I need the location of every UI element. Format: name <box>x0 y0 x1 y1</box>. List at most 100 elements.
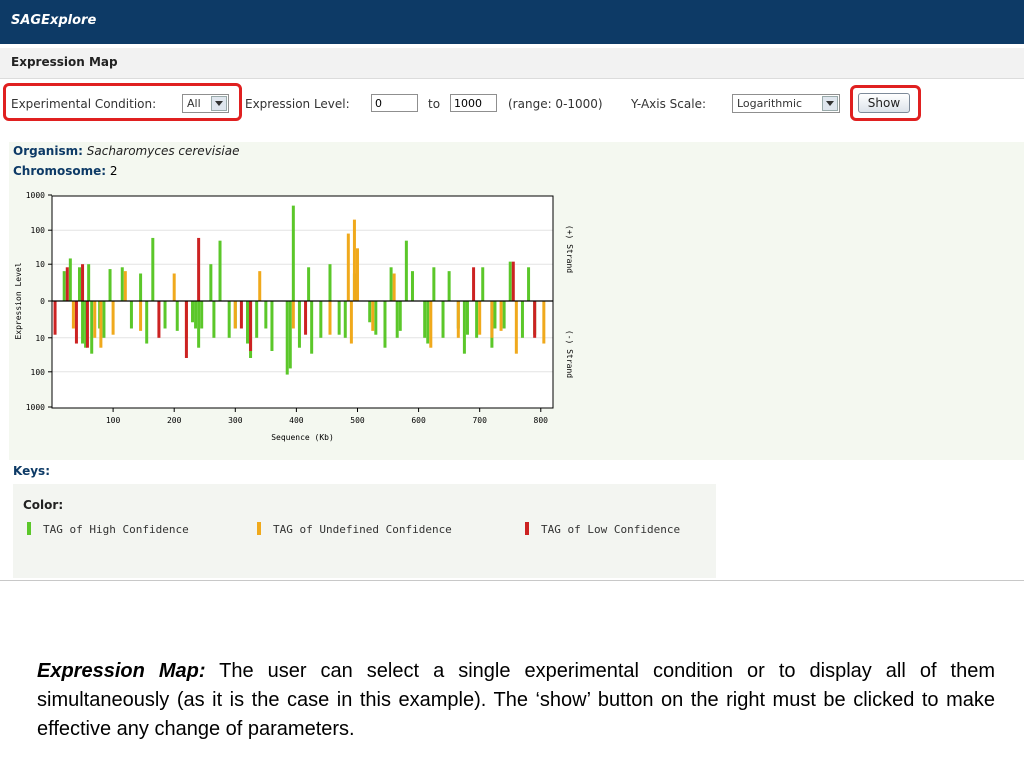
expression-bar <box>197 301 201 348</box>
x-tick-label: 600 <box>411 416 426 425</box>
expression-bar <box>520 301 524 338</box>
legend-item-undefined: TAG of Undefined Confidence <box>257 522 452 536</box>
expression-bar <box>352 219 356 301</box>
expression-bar <box>502 301 506 329</box>
expression-bar <box>200 301 204 329</box>
expression-bar <box>426 301 430 344</box>
expression-bar <box>307 267 311 301</box>
expression-bar <box>255 301 259 338</box>
expression-bar <box>239 301 243 329</box>
expression-bar <box>456 301 460 338</box>
expression-bar <box>151 237 155 301</box>
expression-bar <box>346 233 350 301</box>
condition-highlight <box>3 83 242 121</box>
expression-bar <box>392 273 396 301</box>
legend-item-high: TAG of High Confidence <box>27 522 189 536</box>
expression-bar <box>90 301 94 354</box>
expression-bar <box>157 301 161 338</box>
page-title: Expression Map <box>11 55 118 69</box>
expression-bar <box>542 301 546 344</box>
level-from-input[interactable] <box>371 94 418 112</box>
expression-bar <box>194 301 198 329</box>
expression-bar <box>432 267 436 301</box>
lower-strand-label: (-) Strand <box>565 330 574 378</box>
expression-bar <box>398 301 402 331</box>
expression-bar <box>99 301 103 348</box>
y-tick-label: 0 <box>40 297 45 306</box>
expression-bar <box>175 301 179 331</box>
caption-lead: Expression Map: <box>37 660 206 682</box>
expression-bar <box>343 301 347 338</box>
x-tick-label: 700 <box>472 416 487 425</box>
expression-bar <box>441 301 445 338</box>
y-tick-label: 10 <box>35 334 45 343</box>
expression-bar <box>462 301 466 354</box>
expression-bar <box>508 261 512 301</box>
expression-bar <box>65 267 69 301</box>
color-title: Color: <box>23 498 64 512</box>
expression-bar <box>291 301 295 329</box>
expression-bar <box>197 237 201 301</box>
x-tick-label: 500 <box>350 416 365 425</box>
expression-bar <box>270 301 274 351</box>
expression-bar <box>120 267 124 301</box>
expression-bar <box>218 240 222 301</box>
expression-bar <box>62 271 66 301</box>
expression-bar <box>310 301 314 354</box>
y-tick-label: 100 <box>31 368 46 377</box>
expression-bar <box>404 240 408 301</box>
expression-bar <box>264 301 268 329</box>
expression-bar <box>389 267 393 301</box>
expression-bar <box>304 301 308 335</box>
expression-bar <box>472 267 476 301</box>
chevron-down-icon[interactable] <box>822 96 838 111</box>
expression-bar <box>81 301 85 344</box>
organism-value: Sacharomyces cerevisiae <box>86 144 240 158</box>
y-axis-label: Expression Level <box>14 262 23 339</box>
upper-strand-label: (+) Strand <box>565 225 574 273</box>
expression-bar <box>355 248 359 301</box>
expression-bar <box>249 301 253 351</box>
legend-label: TAG of Low Confidence <box>541 523 681 536</box>
legend-item-low: TAG of Low Confidence <box>525 522 680 536</box>
expression-bar <box>129 301 133 329</box>
expression-bar <box>291 205 295 301</box>
expression-bar <box>108 269 112 301</box>
expression-bar <box>533 301 537 338</box>
expression-bar <box>374 301 378 335</box>
legend-swatch <box>27 522 31 535</box>
organism-row: Organism: Sacharomyces cerevisiae <box>13 144 239 158</box>
chromosome-row: Chromosome: 2 <box>13 164 118 178</box>
y-tick-label: 100 <box>31 226 46 235</box>
expression-bar <box>475 301 479 338</box>
expression-bar <box>71 301 75 329</box>
slide-caption: Expression Map: The user can select a si… <box>37 657 995 744</box>
expression-bar <box>74 301 78 344</box>
x-tick-label: 300 <box>228 416 243 425</box>
expression-bar <box>478 301 482 335</box>
expression-bar <box>328 301 332 335</box>
y-tick-label: 1000 <box>26 403 45 412</box>
scale-label: Y-Axis Scale: <box>631 97 707 111</box>
expression-bar <box>209 264 213 301</box>
level-to-input[interactable] <box>450 94 497 112</box>
x-tick-label: 100 <box>106 416 121 425</box>
expression-bar <box>68 258 72 301</box>
top-bar: SAGExplore <box>0 0 1024 44</box>
chart-panel: Organism: Sacharomyces cerevisiae Chromo… <box>9 142 1024 460</box>
expression-bar <box>410 271 414 301</box>
expression-bar <box>85 301 89 348</box>
keys-title: Keys: <box>13 464 50 478</box>
legend-label: TAG of Undefined Confidence <box>273 523 452 536</box>
expression-bar <box>93 301 97 338</box>
expression-bar <box>77 267 81 301</box>
scale-select[interactable]: Logarithmic <box>732 94 840 113</box>
expression-bar <box>145 301 149 344</box>
expression-bar <box>246 301 250 344</box>
level-label: Expression Level: <box>245 97 350 111</box>
expression-bar <box>212 301 216 338</box>
x-axis-label: Sequence (Kb) <box>271 433 334 442</box>
expression-bar <box>139 273 143 301</box>
legend-label: TAG of High Confidence <box>43 523 189 536</box>
organism-label: Organism: <box>13 144 83 158</box>
